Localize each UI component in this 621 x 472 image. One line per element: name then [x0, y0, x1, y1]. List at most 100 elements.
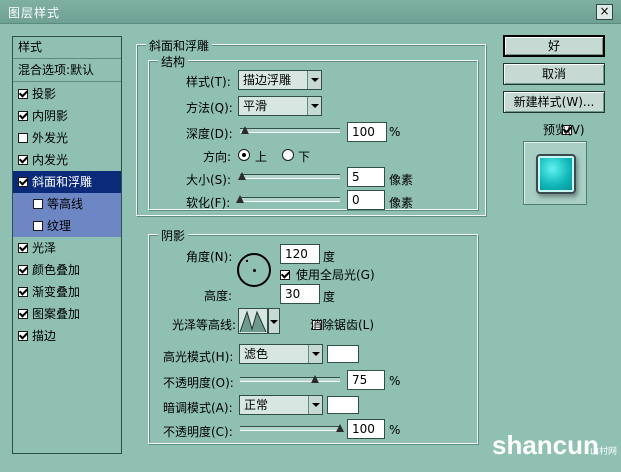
style-list-item[interactable]: 斜面和浮雕 — [13, 171, 121, 193]
watermark-sub: 山村网 — [590, 447, 618, 457]
technique-dropdown[interactable]: 平滑 — [238, 96, 322, 116]
size-label: 大小(S): — [186, 173, 232, 187]
direction-up-label: 上 — [255, 150, 268, 164]
size-slider-thumb[interactable] — [238, 172, 246, 180]
highlight-mode-value: 滤色 — [244, 347, 269, 361]
style-list-item[interactable]: 光泽 — [13, 237, 121, 259]
soften-label: 软化(F): — [186, 196, 231, 210]
style-list-item-label: 渐变叠加 — [32, 285, 81, 299]
style-list-item[interactable]: 图案叠加 — [13, 303, 121, 325]
direction-label: 方向: — [203, 150, 232, 164]
style-list-item[interactable]: 投影 — [13, 83, 121, 105]
style-checkbox[interactable] — [18, 111, 28, 121]
size-input[interactable]: 5 — [347, 167, 385, 187]
altitude-input[interactable]: 30 — [280, 284, 320, 304]
depth-label: 深度(D): — [186, 127, 233, 141]
altitude-unit: 度 — [323, 290, 336, 304]
chevron-down-icon — [307, 71, 321, 89]
style-list-item-label: 投影 — [32, 87, 57, 101]
angle-dial[interactable] — [237, 253, 271, 287]
antialias-label: 消除锯齿(L) — [310, 318, 375, 332]
technique-value: 平滑 — [243, 99, 268, 113]
angle-dial-marker — [246, 260, 248, 262]
chevron-down-icon — [308, 345, 322, 363]
blend-options-item[interactable]: 混合选项:默认 — [13, 60, 121, 82]
soften-unit: 像素 — [389, 196, 414, 210]
style-list-item-label: 内阴影 — [32, 109, 69, 123]
angle-label: 角度(N): — [186, 250, 233, 264]
highlight-opacity-input[interactable]: 75 — [347, 370, 385, 390]
style-list-item-label: 描边 — [32, 329, 57, 343]
highlight-opacity-unit: % — [389, 374, 401, 388]
shadow-opacity-thumb[interactable] — [336, 424, 344, 432]
gloss-contour-label: 光泽等高线: — [172, 318, 237, 332]
style-list-item[interactable]: 内阴影 — [13, 105, 121, 127]
style-checkbox[interactable] — [18, 265, 28, 275]
style-list-item[interactable]: 内发光 — [13, 149, 121, 171]
shadow-opacity-input[interactable]: 100 — [347, 419, 385, 439]
style-checkbox[interactable] — [18, 155, 28, 165]
style-list-item-label: 纹理 — [47, 219, 72, 233]
global-light-label: 使用全局光(G) — [296, 268, 375, 282]
style-list-item-label: 斜面和浮雕 — [32, 175, 93, 189]
angle-dial-center — [253, 269, 256, 272]
shading-title: 阴影 — [158, 227, 189, 244]
angle-input[interactable]: 120 — [280, 244, 320, 264]
style-list-item[interactable]: 颜色叠加 — [13, 259, 121, 281]
depth-input[interactable]: 100 — [347, 122, 387, 142]
style-checkbox[interactable] — [18, 331, 28, 341]
direction-down-radio[interactable] — [282, 149, 294, 161]
cancel-button[interactable]: 取消 — [503, 63, 605, 85]
close-icon: × — [599, 4, 610, 18]
style-list-header[interactable]: 样式 — [13, 37, 121, 59]
style-checkbox[interactable] — [18, 177, 28, 187]
title-bar: 图层样式 × — [0, 0, 621, 24]
style-list-item[interactable]: 外发光 — [13, 127, 121, 149]
style-checkbox[interactable] — [18, 287, 28, 297]
size-unit: 像素 — [389, 173, 414, 187]
style-list-item[interactable]: 纹理 — [13, 215, 121, 237]
soften-slider-thumb[interactable] — [236, 195, 244, 203]
chevron-down-icon — [270, 320, 278, 324]
highlight-color-swatch[interactable] — [327, 345, 359, 363]
contour-curve-icon — [239, 310, 267, 333]
gloss-contour-dropdown[interactable] — [268, 308, 280, 334]
style-list-item[interactable]: 渐变叠加 — [13, 281, 121, 303]
watermark-logo: shancun — [492, 430, 599, 460]
global-light-checkbox[interactable] — [280, 270, 290, 280]
style-checkbox[interactable] — [33, 221, 43, 231]
ok-button[interactable]: 好 — [503, 35, 605, 57]
highlight-opacity-track[interactable] — [240, 377, 340, 382]
gloss-contour-picker[interactable] — [238, 308, 268, 334]
soften-slider-track[interactable] — [240, 197, 340, 202]
style-label: 样式(T): — [186, 75, 231, 89]
bevel-style-dropdown[interactable]: 描边浮雕 — [238, 70, 322, 90]
technique-label: 方法(Q): — [186, 101, 233, 115]
window-title: 图层样式 — [8, 6, 61, 20]
style-checkbox[interactable] — [18, 133, 28, 143]
angle-unit: 度 — [323, 250, 336, 264]
style-checkbox[interactable] — [18, 309, 28, 319]
style-checkbox[interactable] — [18, 243, 28, 253]
style-list-item[interactable]: 描边 — [13, 325, 121, 347]
close-button[interactable]: × — [596, 4, 613, 20]
structure-title: 结构 — [158, 53, 189, 70]
depth-slider-thumb[interactable] — [241, 126, 249, 134]
style-checkbox[interactable] — [18, 89, 28, 99]
style-list-item[interactable]: 等高线 — [13, 193, 121, 215]
new-style-button[interactable]: 新建样式(W)... — [503, 91, 605, 113]
size-slider-track[interactable] — [240, 174, 340, 179]
shadow-opacity-track[interactable] — [240, 426, 340, 431]
highlight-mode-dropdown[interactable]: 滤色 — [239, 344, 323, 364]
soften-input[interactable]: 0 — [347, 190, 385, 210]
style-list: 样式 混合选项:默认 投影内阴影外发光 内发光斜面和浮雕等高线纹理光泽 颜色叠加渐变… — [12, 36, 122, 454]
direction-up-radio[interactable] — [238, 149, 250, 161]
shadow-mode-dropdown[interactable]: 正常 — [239, 395, 323, 415]
depth-slider-track[interactable] — [240, 128, 340, 133]
shadow-color-swatch[interactable] — [327, 396, 359, 414]
bevel-group-title: 斜面和浮雕 — [146, 37, 213, 54]
highlight-opacity-thumb[interactable] — [311, 375, 319, 383]
preview-label: 预览(V) — [543, 123, 585, 137]
shadow-opacity-unit: % — [389, 423, 401, 437]
style-checkbox[interactable] — [33, 199, 43, 209]
